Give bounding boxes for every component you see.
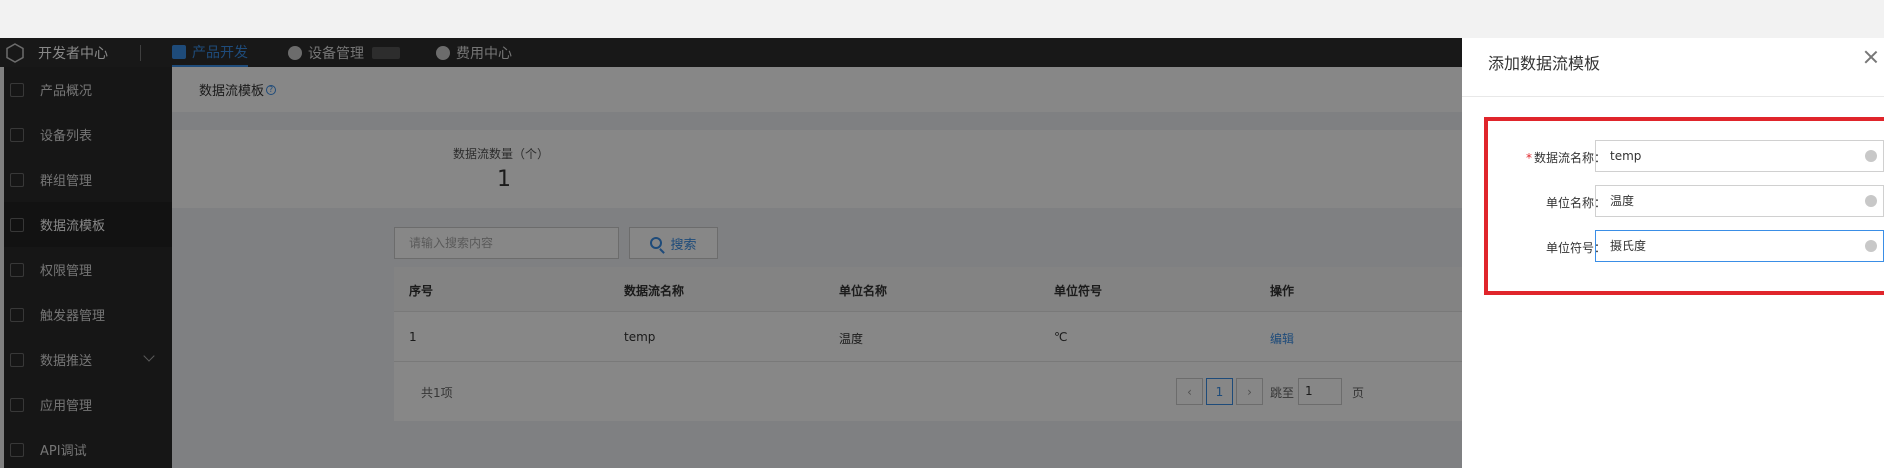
close-icon[interactable]	[1864, 50, 1878, 64]
clear-icon[interactable]	[1865, 150, 1877, 162]
field-label: * 数据流名称：	[1526, 149, 1606, 166]
drawer-title: 添加数据流模板	[1488, 54, 1601, 73]
field-unit-name: 单位名称： 温度	[1462, 185, 1884, 219]
drawer-header: 添加数据流模板	[1462, 38, 1884, 97]
datastream-name-input[interactable]: temp	[1595, 140, 1884, 172]
field-unit-symbol: 单位符号： 摄氏度	[1462, 230, 1884, 264]
required-mark: *	[1525, 151, 1532, 165]
clear-icon[interactable]	[1865, 195, 1877, 207]
clear-icon[interactable]	[1865, 240, 1877, 252]
modal-overlay[interactable]	[0, 38, 1462, 468]
unit-name-input[interactable]: 温度	[1595, 185, 1884, 217]
browser-top-strip	[0, 0, 1884, 38]
unit-symbol-input[interactable]: 摄氏度	[1595, 230, 1884, 262]
add-template-drawer: 添加数据流模板 * 数据流名称： temp 单位名称： 温度 单位符号： 摄氏度	[1462, 38, 1884, 468]
field-datastream-name: * 数据流名称： temp	[1462, 140, 1884, 174]
